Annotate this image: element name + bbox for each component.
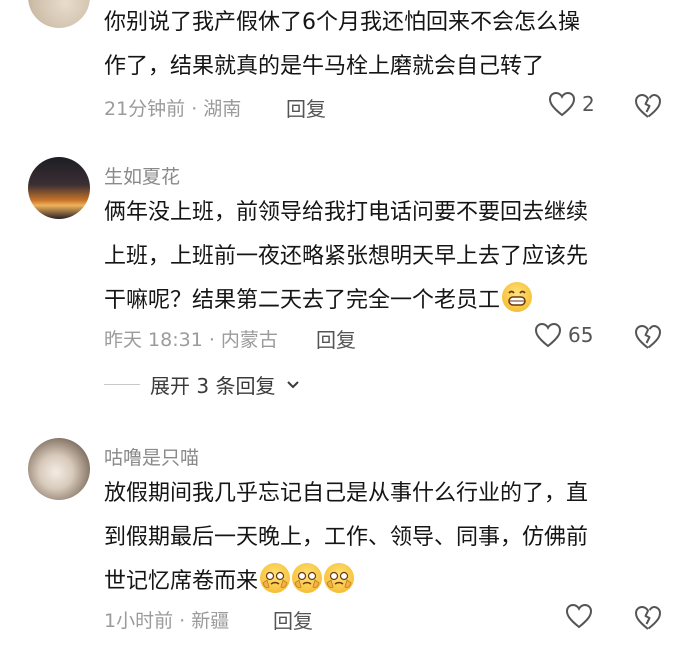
comment-text: 放假期间我几乎忘记自己是从事什么行业的了，直 到假期最后一天晚上，工作、领导、同… xyxy=(104,472,664,604)
avatar[interactable] xyxy=(28,438,90,500)
comment-line-with-emoji: 干嘛呢？结果第二天去了完全一个老员工 xyxy=(104,279,664,323)
comment-meta: 昨天 18:31 · 内蒙古 xyxy=(104,329,278,351)
comment-line: 你别说了我产假休了6个月我还怕回来不会怎么操 xyxy=(104,10,580,35)
expand-replies-button[interactable]: 展开 3 条回复 xyxy=(104,370,301,399)
dislike-button[interactable] xyxy=(634,93,662,123)
broken-heart-icon xyxy=(635,605,662,630)
divider xyxy=(104,384,140,385)
username[interactable]: 生如夏花 xyxy=(104,162,180,189)
comment-line: 世记忆席卷而来 xyxy=(104,569,259,594)
avatar[interactable] xyxy=(28,157,90,219)
reply-button[interactable]: 回复 xyxy=(286,93,326,122)
dislike-button[interactable] xyxy=(634,605,662,635)
crying-pleading-emoji xyxy=(260,563,291,593)
chevron-down-icon xyxy=(287,380,300,388)
comment-meta: 1小时前 · 新疆 xyxy=(104,610,230,632)
comment-text: 你别说了我产假休了6个月我还怕回来不会怎么操 作了，结果就真的是牛马栓上磨就会自… xyxy=(104,1,664,89)
like-count: 65 xyxy=(568,323,594,347)
expand-replies-label: 展开 3 条回复 xyxy=(150,374,276,398)
comment-text: 俩年没上班，前领导给我打电话问要不要回去继续 上班，上班前一夜还略紧张想明天早上… xyxy=(104,191,664,323)
broken-heart-icon xyxy=(635,93,662,118)
heart-outline-icon xyxy=(534,322,562,348)
comment-line: 放假期间我几乎忘记自己是从事什么行业的了，直 xyxy=(104,481,589,506)
crying-pleading-emoji xyxy=(324,563,355,593)
like-button[interactable] xyxy=(565,603,599,629)
heart-outline-icon xyxy=(548,91,576,117)
username[interactable]: 咕噜是只喵 xyxy=(104,443,199,470)
reply-button[interactable]: 回复 xyxy=(316,324,356,353)
comment-line: 上班，上班前一夜还略紧张想明天早上去了应该先 xyxy=(104,244,589,269)
comment-line: 俩年没上班，前领导给我打电话问要不要回去继续 xyxy=(104,200,589,225)
comment-meta: 21分钟前 · 湖南 xyxy=(104,98,242,120)
comment-line-with-emoji: 世记忆席卷而来 xyxy=(104,560,664,604)
grin-emoji xyxy=(502,282,533,312)
comment-line: 到假期最后一天晚上，工作、领导、同事，仿佛前 xyxy=(104,525,589,550)
broken-heart-icon xyxy=(635,324,662,349)
like-count: 2 xyxy=(582,92,595,116)
like-button[interactable]: 65 xyxy=(534,322,593,348)
crying-pleading-emoji xyxy=(292,563,323,593)
reply-button[interactable]: 回复 xyxy=(273,605,313,634)
like-button[interactable]: 2 xyxy=(548,91,595,117)
comment-line: 作了，结果就真的是牛马栓上磨就会自己转了 xyxy=(104,54,545,79)
heart-outline-icon xyxy=(565,603,593,629)
comment-line: 干嘛呢？结果第二天去了完全一个老员工 xyxy=(104,288,501,313)
avatar[interactable] xyxy=(28,0,90,28)
dislike-button[interactable] xyxy=(634,324,662,354)
